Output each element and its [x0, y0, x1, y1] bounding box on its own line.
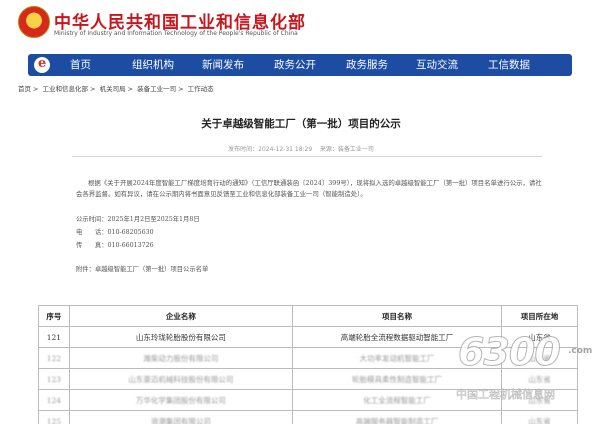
column-header-project: 项目名称	[291, 305, 503, 327]
nav-item-interaction[interactable]: 互动交流	[416, 54, 458, 76]
divider	[72, 156, 542, 157]
nav-item-data[interactable]: 工信数据	[488, 54, 530, 76]
breadcrumb: 首页 > 工业和信息化部 > 机关司局 > 装备工业一司 > 工作动态	[18, 85, 214, 93]
phone-line: 电 话：010-68205630	[76, 227, 154, 236]
nav-item-news[interactable]: 新闻发布	[202, 54, 244, 76]
cell-company: 山东玲珑轮胎股份有限公司	[68, 326, 294, 348]
column-header-company: 企业名称	[68, 305, 294, 327]
site-watermark: 6300 .com 中国工程机械信息网	[452, 328, 598, 418]
cell-no: 121	[38, 326, 70, 348]
article-title: 关于卓越级智能工厂（第一批）项目的公示	[201, 118, 401, 130]
cell-no: 124	[38, 389, 70, 411]
fax-line: 传 真：010-66013726	[76, 240, 154, 249]
breadcrumb-item[interactable]: 工业和信息化部	[43, 85, 89, 93]
column-header-location: 项目所在地	[501, 305, 578, 327]
article-meta: 发布时间：2024-12-31 18:29 来源：装备工业一司	[18, 144, 584, 153]
breadcrumb-item[interactable]: 机关司局	[100, 85, 126, 93]
watermark-domain: .com	[568, 346, 593, 356]
fax-number: 010-66013726	[107, 242, 154, 249]
table-header-row: 序号 企业名称 项目名称 项目所在地	[38, 305, 578, 327]
cell-company: 潍柴动力股份有限公司	[68, 347, 294, 369]
article: 关于卓越级智能工厂（第一批）项目的公示 发布时间：2024-12-31 18:2…	[18, 96, 584, 286]
nav-item-government-affairs[interactable]: 政务公开	[274, 54, 316, 76]
notice-period: 公示时间：2025年1月2日至2025年1月8日	[76, 216, 200, 223]
nav-item-services[interactable]: 政务服务	[346, 54, 388, 76]
nav-item-home[interactable]: 首页	[70, 54, 91, 76]
ie-logo-icon	[34, 56, 50, 73]
main-nav: 首页 组织机构 新闻发布 政务公开 政务服务 互动交流 工信数据	[28, 54, 572, 76]
column-header-no: 序号	[38, 305, 70, 327]
nav-item-organization[interactable]: 组织机构	[132, 54, 174, 76]
cell-no: 123	[38, 368, 70, 390]
watermark-number: 6300	[458, 330, 562, 375]
breadcrumb-item[interactable]: 装备工业一司	[137, 85, 176, 93]
site-subtitle: Ministry of Industry and Information Tec…	[54, 30, 298, 37]
fax-label: 传 真：	[76, 242, 108, 249]
article-source: 来源：装备工业一司	[319, 146, 374, 153]
watermark-text: 中国工程机械信息网	[456, 388, 556, 402]
national-emblem-icon	[18, 6, 50, 38]
phone-number: 010-68205630	[107, 229, 154, 236]
cell-no: 125	[38, 410, 70, 424]
phone-label: 电 话：	[76, 229, 108, 236]
cell-no: 122	[38, 347, 70, 369]
site-header: 中华人民共和国工业和信息化部 Ministry of Industry and …	[0, 0, 600, 52]
article-body: 根据《关于开展2024年度智能工厂梯度培育行动的通知》（工信厅联通装函〔2024…	[76, 179, 542, 198]
breadcrumb-item[interactable]: 首页	[18, 85, 31, 93]
breadcrumb-item[interactable]: 工作动态	[188, 85, 214, 93]
cell-company: 万华化学集团股份有限公司	[68, 389, 294, 411]
attachment-link[interactable]: 附件：卓越级智能工厂（第一批）项目公示名单	[76, 264, 208, 273]
publish-date: 发布时间：2024-12-31 18:29	[228, 146, 313, 153]
cell-company: 山东豪迈机械科技股份有限公司	[68, 368, 294, 390]
cell-company: 浪潮集团有限公司	[68, 410, 294, 424]
